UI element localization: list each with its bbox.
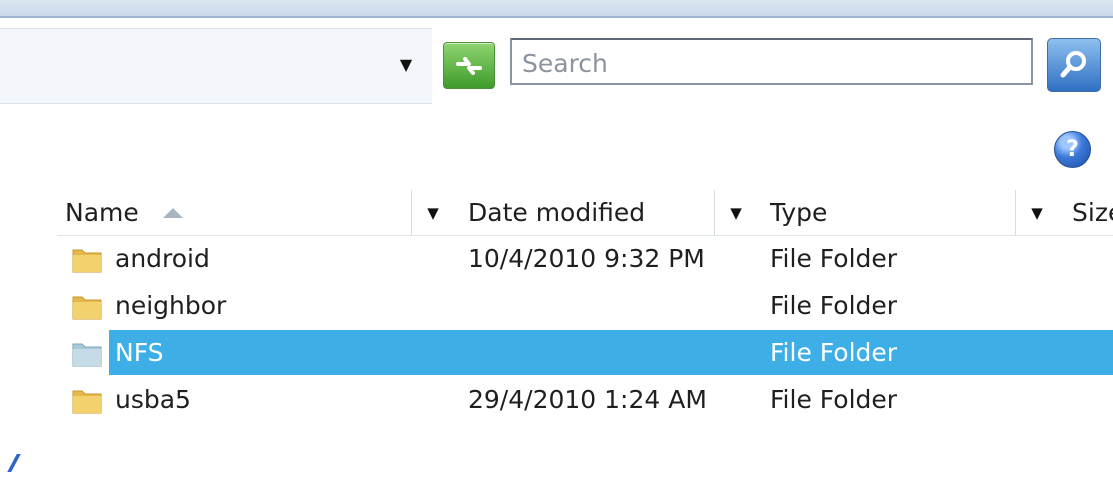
- file-row-neighbor[interactable]: neighbor File Folder: [57, 282, 1113, 329]
- column-header-size-label: Size: [1072, 198, 1113, 227]
- file-name: android: [115, 244, 210, 273]
- column-header-name[interactable]: Name: [65, 190, 405, 235]
- file-date-modified: 29/4/2010 1:24 AM: [468, 385, 707, 414]
- file-date-modified: 10/4/2010 9:32 PM: [468, 244, 705, 273]
- folder-icon: [72, 343, 102, 367]
- column-divider[interactable]: [714, 190, 715, 235]
- column-header-type-label: Type: [770, 198, 828, 227]
- address-bar[interactable]: [0, 28, 432, 104]
- folder-icon: [72, 249, 102, 273]
- address-dropdown-button[interactable]: ▼: [392, 50, 420, 78]
- refresh-button[interactable]: [443, 42, 495, 89]
- file-type: File Folder: [770, 338, 898, 367]
- column-header-row: Name ▼ Date modified ▼ Type ▼ Size: [57, 190, 1113, 236]
- window-top-strip: [0, 0, 1113, 18]
- column-divider[interactable]: [411, 190, 412, 235]
- search-button[interactable]: [1047, 38, 1101, 92]
- folder-icon: [72, 296, 102, 320]
- folder-icon: [72, 390, 102, 414]
- cursor-mark: [7, 454, 29, 472]
- sort-ascending-icon: [162, 207, 183, 218]
- column-header-date-label: Date modified: [468, 198, 646, 227]
- row-selection-highlight: [109, 330, 1113, 375]
- refresh-icon: [456, 56, 482, 75]
- help-icon[interactable]: ?: [1054, 131, 1091, 168]
- date-column-filter-button[interactable]: ▼: [723, 190, 749, 235]
- file-name: NFS: [115, 338, 164, 367]
- dropdown-arrow-icon: ▼: [399, 54, 413, 74]
- file-type: File Folder: [770, 385, 898, 414]
- column-header-date[interactable]: Date modified: [468, 190, 718, 235]
- file-row-usba5[interactable]: usba5 29/4/2010 1:24 AM File Folder: [57, 376, 1113, 423]
- file-name: neighbor: [115, 291, 227, 320]
- column-header-type[interactable]: Type: [770, 190, 1020, 235]
- file-list: android 10/4/2010 9:32 PM File Folder ne…: [57, 235, 1113, 423]
- search-input[interactable]: [520, 48, 1024, 78]
- type-column-filter-button[interactable]: ▼: [1024, 190, 1050, 235]
- column-header-size[interactable]: Size: [1072, 190, 1113, 235]
- name-column-filter-button[interactable]: ▼: [420, 190, 446, 235]
- file-row-android[interactable]: android 10/4/2010 9:32 PM File Folder: [57, 235, 1113, 282]
- column-header-name-label: Name: [65, 198, 139, 227]
- magnifier-icon: [1060, 51, 1086, 78]
- file-name: usba5: [115, 385, 191, 414]
- search-box[interactable]: [510, 38, 1033, 85]
- file-type: File Folder: [770, 291, 898, 320]
- file-row-nfs[interactable]: NFS File Folder: [57, 329, 1113, 376]
- column-divider[interactable]: [1015, 190, 1016, 235]
- file-type: File Folder: [770, 244, 898, 273]
